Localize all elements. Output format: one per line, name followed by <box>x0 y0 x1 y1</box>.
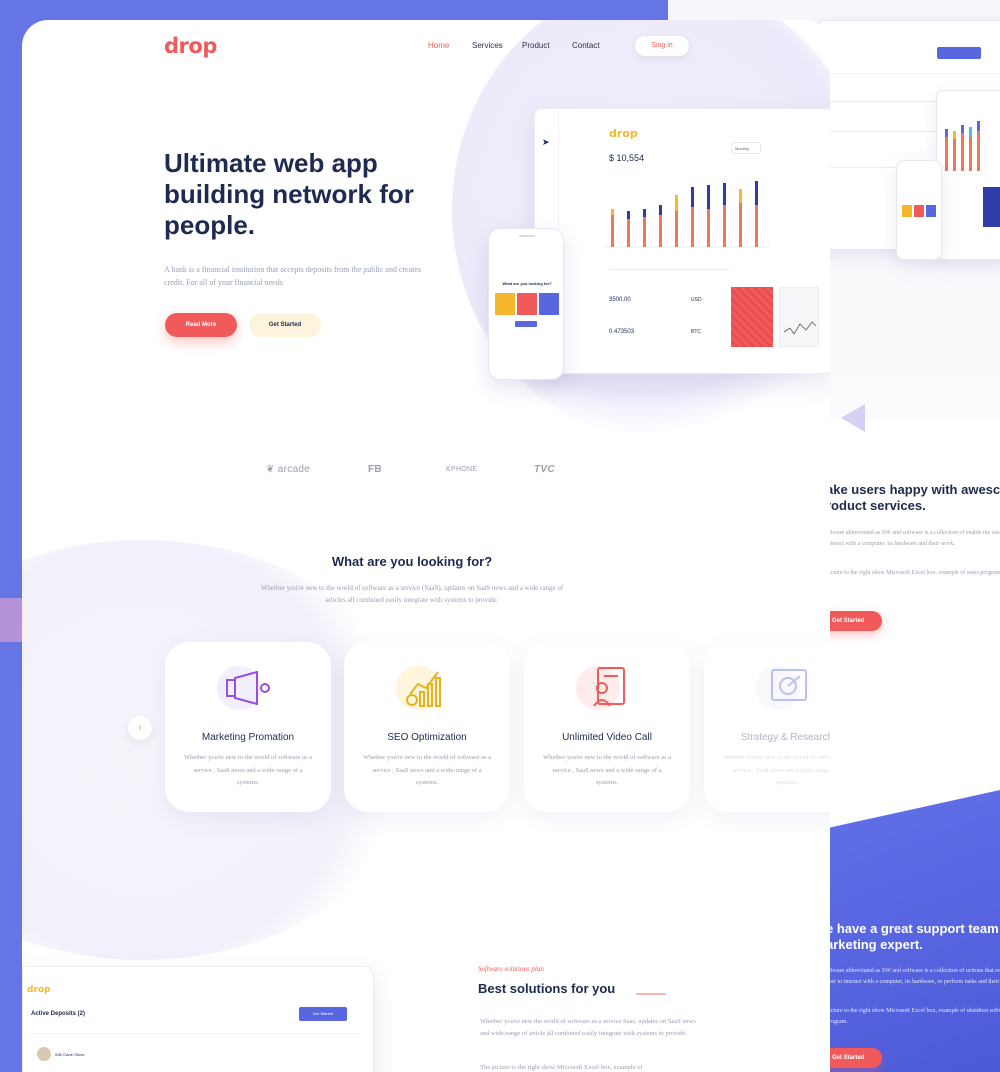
mockup-currency-2: BTC <box>691 329 701 335</box>
nav-contact[interactable]: Contact <box>572 41 600 50</box>
secondary-text-2b: picture to the right show Microsoft Exce… <box>826 1008 1000 1025</box>
service-card-video-call[interactable]: Unlimited Video Call Whether you're new … <box>524 642 690 812</box>
service-card-seo[interactable]: SEO Optimization Whether you're new to t… <box>344 642 510 812</box>
mockup-currency-1: USD <box>691 297 702 303</box>
mockup-divider <box>609 269 729 270</box>
partner-logo-tvc: TVC <box>534 464 555 475</box>
mockup-menu-icon: ➤ <box>542 137 550 147</box>
card-title: Marketing Promation <box>201 732 295 743</box>
bottom-dashboard-shot: drop Active Deposits (2) Get Started Wil… <box>22 966 374 1072</box>
phone-speaker <box>519 235 535 237</box>
secondary-phone-shot <box>896 160 942 260</box>
partner-logo-kphone: KPHONE <box>446 466 478 473</box>
secondary-chart-shot <box>936 90 1000 260</box>
bottom-dashboard-title: Active Deposits (2) <box>31 1011 86 1017</box>
megaphone-icon <box>217 666 270 710</box>
service-card-strategy[interactable]: Strategy & Research Whether you're new t… <box>704 642 830 812</box>
card-title: SEO Optimization <box>387 732 467 743</box>
phone-tile-blue <box>539 293 559 315</box>
best-solutions-text-2: The picture to the right show Microsoft … <box>480 1064 643 1071</box>
carousel-prev-button[interactable]: ‹ <box>128 716 152 740</box>
mockup-gray-card <box>779 287 819 347</box>
services-section-text: Whether you're new to the world of softw… <box>260 584 564 604</box>
bottom-dashboard-divider <box>31 1033 361 1034</box>
card-title: Strategy & Research <box>740 732 830 743</box>
bottom-dashboard-row-name: Will Clarie Stone <box>55 1052 85 1057</box>
bottom-dashboard-logo: drop <box>27 985 51 995</box>
mockup-bar-chart <box>605 181 770 248</box>
phone-tile-red <box>517 293 537 315</box>
phone-tile-yellow <box>495 293 515 315</box>
get-started-button[interactable]: Get Started <box>249 313 321 337</box>
signin-button[interactable]: Sing in <box>635 36 689 56</box>
decorative-triangle <box>841 404 865 432</box>
phone-question: What are you looking for? <box>502 281 552 286</box>
seo-chart-icon <box>396 666 441 710</box>
mockup-logo: drop <box>609 127 638 140</box>
background-band <box>0 598 22 642</box>
avatar <box>37 1047 51 1061</box>
nav-product[interactable]: Product <box>522 41 550 50</box>
main-landing-page: drop Home Services Product Contact Sing … <box>22 20 830 1072</box>
hero-title: Ultimate web app building network for pe… <box>164 148 414 240</box>
secondary-text-1b: picture to the right show Microsoft Exce… <box>826 570 1000 576</box>
read-more-button[interactable]: Read More <box>165 313 237 337</box>
best-solutions-text: Whether you're new the world of software… <box>480 1018 696 1037</box>
secondary-heading-2: e have a great support team arketing exp… <box>826 921 999 952</box>
dashboard-mockup: ➤ drop $ 10,554 Monthly 3500.00 USD 0.47… <box>534 108 830 375</box>
arcade-flame-icon: ❦ <box>266 464 275 475</box>
video-call-icon <box>576 666 625 710</box>
mockup-red-card <box>731 287 773 347</box>
best-solutions-tagline: Software solutions plan <box>478 965 544 973</box>
strategy-icon <box>756 666 807 710</box>
card-text: Whether you're new to the world of softw… <box>542 754 672 786</box>
nav-home[interactable]: Home <box>428 41 449 50</box>
card-text: Whether you're new to the world of softw… <box>722 754 830 786</box>
secondary-text-2: oftware abbreviated as SW and software i… <box>826 968 1000 985</box>
secondary-text-1: oftware abbreviated as SW and software i… <box>826 530 1000 547</box>
mockup-amount-2: 0.473503 <box>609 329 635 335</box>
brand-logo[interactable]: drop <box>164 34 217 58</box>
card-text: Whether you're new to the world of softw… <box>183 754 313 786</box>
partner-logo-arcade: ❦ arcade <box>266 464 311 475</box>
mockup-balance: $ 10,554 <box>609 153 645 163</box>
hero-description: A bank is a financial institution that a… <box>164 265 422 287</box>
bottom-dashboard-button[interactable]: Get Started <box>299 1007 347 1021</box>
mockup-amount-1: 3500.00 <box>609 297 631 303</box>
secondary-heading-1: ake users happy with awesc roduct servic… <box>826 482 1000 513</box>
best-solutions-title: Best solutions for you <box>478 981 616 996</box>
partner-logo-fb: FB <box>368 464 382 475</box>
services-section-title: What are you looking for? <box>331 554 493 569</box>
nav-services[interactable]: Services <box>472 41 503 50</box>
mockup-period-select: Monthly <box>731 142 761 154</box>
service-card-marketing[interactable]: Marketing Promation Whether you're new t… <box>165 642 331 812</box>
secondary-bar-chart <box>945 121 1000 227</box>
phone-button <box>515 321 537 327</box>
card-text: Whether you're new to the world of softw… <box>362 754 492 786</box>
phone-mockup: What are you looking for? <box>488 228 564 380</box>
best-solutions-underline <box>636 993 666 995</box>
card-title: Unlimited Video Call <box>562 732 652 743</box>
